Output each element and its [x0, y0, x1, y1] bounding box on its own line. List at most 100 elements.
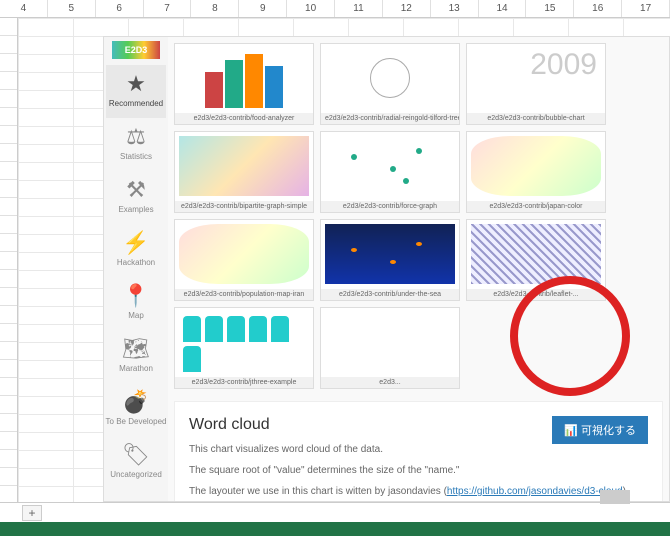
- thumbnail-caption: e2d3/e2d3-contrib/population-map-iran: [175, 289, 313, 300]
- row-header[interactable]: [0, 468, 17, 486]
- chart-thumbnail[interactable]: e2d3/e2d3-contrib/under-the-sea: [320, 219, 460, 301]
- grid-area: E2D3 ★Recommended ⚖ Statistics ⚒ Examples ⚡ Ha…: [0, 18, 670, 502]
- chart-thumbnail[interactable]: e2d3...: [320, 307, 460, 389]
- sidebar-item-to-be-developed[interactable]: 💣To Be Developed: [106, 383, 167, 436]
- col-header[interactable]: 12: [383, 0, 431, 17]
- to-be-developed-icon: 💣: [106, 389, 167, 415]
- thumbnail-caption: e2d3/e2d3-contrib/jthree-example: [175, 377, 313, 388]
- row-header[interactable]: [0, 414, 17, 432]
- row-header[interactable]: [0, 342, 17, 360]
- row-header[interactable]: [0, 108, 17, 126]
- sidebar-item-label: Recommended: [106, 99, 167, 108]
- col-header[interactable]: 9: [239, 0, 287, 17]
- sidebar-item-hackathon[interactable]: ⚡ Hackathon: [106, 224, 167, 277]
- row-header[interactable]: [0, 396, 17, 414]
- thumbnail-caption: e2d3/e2d3-contrib/under-the-sea: [321, 289, 459, 300]
- chart-thumbnail[interactable]: e2d3/e2d3-contrib/food-analyzer: [174, 43, 314, 125]
- col-header[interactable]: 14: [479, 0, 527, 17]
- row-header[interactable]: [0, 144, 17, 162]
- sidebar-item-label: Hackathon: [106, 258, 167, 267]
- sheet-tabs: +: [0, 502, 670, 522]
- row-header[interactable]: [0, 72, 17, 90]
- thumb-grid: e2d3/e2d3-contrib/food-analyzer e2d3/e2d3…: [168, 37, 669, 395]
- sidebar-item-statistics[interactable]: ⚖ Statistics: [106, 118, 167, 171]
- sidebar-item-examples[interactable]: ⚒ Examples: [106, 171, 167, 224]
- row-header[interactable]: [0, 450, 17, 468]
- detail-panel: 📊 可視化する Word cloud This chart visualizes…: [174, 401, 663, 501]
- marathon-icon: 🗺: [106, 336, 167, 362]
- sidebar-item-label: Statistics: [106, 152, 167, 161]
- col-header[interactable]: 15: [526, 0, 574, 17]
- content: e2d3/e2d3-contrib/food-analyzer e2d3/e2d3…: [168, 37, 669, 501]
- thumbnail-caption: e2d3/e2d3-contrib/leaflet-...: [467, 289, 605, 300]
- row-header[interactable]: [0, 36, 17, 54]
- sidebar-item-map[interactable]: 📍 Map: [106, 277, 167, 330]
- row-header[interactable]: [0, 306, 17, 324]
- sidebar-item-recommended[interactable]: ★Recommended: [106, 65, 167, 118]
- col-header[interactable]: 8: [191, 0, 239, 17]
- thumbnail-caption: e2d3/e2d3-contrib/japan-color: [467, 201, 605, 212]
- col-header[interactable]: 5: [48, 0, 96, 17]
- chart-thumbnail[interactable]: e2d3/e2d3-contrib/leaflet-...: [466, 219, 606, 301]
- visualize-button[interactable]: 📊 可視化する: [552, 416, 648, 444]
- row-header[interactable]: [0, 180, 17, 198]
- thumbnail-caption: e2d3/e2d3-contrib/bipartite-graph-simple: [175, 201, 313, 212]
- chart-thumbnail[interactable]: e2d3/e2d3-contrib/force-graph: [320, 131, 460, 213]
- col-header[interactable]: 10: [287, 0, 335, 17]
- chart-thumbnail[interactable]: e2d3/e2d3-contrib/japan-color: [466, 131, 606, 213]
- uncategorized-icon: 🏷: [106, 442, 167, 468]
- statistics-icon: ⚖: [106, 124, 167, 150]
- chart-thumbnail[interactable]: e2d3/e2d3-contrib/bipartite-graph-simple: [174, 131, 314, 213]
- row-header[interactable]: [0, 234, 17, 252]
- row-header[interactable]: [0, 90, 17, 108]
- thumbnail-caption: e2d3...: [321, 377, 459, 388]
- thumbnail-caption: e2d3/e2d3-contrib/radial-reingold-tilfor…: [321, 113, 459, 124]
- hackathon-icon: ⚡: [106, 230, 167, 256]
- col-header[interactable]: 16: [574, 0, 622, 17]
- chart-thumbnail[interactable]: e2d3/e2d3-contrib/jthree-example: [174, 307, 314, 389]
- col-header[interactable]: 11: [335, 0, 383, 17]
- map-icon: 📍: [106, 283, 167, 309]
- row-header[interactable]: [0, 378, 17, 396]
- sidebar-item-label: Examples: [106, 205, 167, 214]
- add-sheet-button[interactable]: +: [22, 505, 42, 521]
- thumbnail-caption: e2d3/e2d3-contrib/force-graph: [321, 201, 459, 212]
- row-header[interactable]: [0, 432, 17, 450]
- col-header[interactable]: 6: [96, 0, 144, 17]
- row-header[interactable]: [0, 270, 17, 288]
- logo: E2D3: [112, 41, 160, 59]
- col-header[interactable]: 13: [431, 0, 479, 17]
- col-header[interactable]: 4: [0, 0, 48, 17]
- row-header[interactable]: [0, 54, 17, 72]
- row-header[interactable]: [0, 360, 17, 378]
- row-header[interactable]: [0, 252, 17, 270]
- sidebar-item-label: Marathon: [106, 364, 167, 373]
- col-header[interactable]: 17: [622, 0, 670, 17]
- e2d3-panel: E2D3 ★Recommended ⚖ Statistics ⚒ Examples ⚡ Ha…: [103, 36, 670, 502]
- row-header[interactable]: [0, 288, 17, 306]
- chart-thumbnail[interactable]: e2d3/e2d3-contrib/radial-reingold-tilfor…: [320, 43, 460, 125]
- sidebar-item-label: Uncategorized: [106, 470, 167, 479]
- col-header[interactable]: 7: [144, 0, 192, 17]
- row-header[interactable]: [0, 18, 17, 36]
- column-headers: 4567891011121314151617: [0, 0, 670, 18]
- sidebar-item-label: Map: [106, 311, 167, 320]
- examples-icon: ⚒: [106, 177, 167, 203]
- row-header[interactable]: [0, 162, 17, 180]
- thumbnail-caption: e2d3/e2d3-contrib/food-analyzer: [175, 113, 313, 124]
- thumbnail-caption: e2d3/e2d3-contrib/bubble-chart: [467, 113, 605, 124]
- row-headers: [0, 18, 18, 502]
- cells[interactable]: E2D3 ★Recommended ⚖ Statistics ⚒ Examples ⚡ Ha…: [18, 18, 670, 502]
- row-header[interactable]: [0, 126, 17, 144]
- chart-thumbnail[interactable]: 2009e2d3/e2d3-contrib/bubble-chart: [466, 43, 606, 125]
- horizontal-scrollbar[interactable]: [470, 490, 630, 506]
- chart-thumbnail[interactable]: e2d3/e2d3-contrib/population-map-iran: [174, 219, 314, 301]
- sidebar-item-uncategorized[interactable]: 🏷 Uncategorized: [106, 436, 167, 489]
- sidebar-item-marathon[interactable]: 🗺 Marathon: [106, 330, 167, 383]
- detail-p1: This chart visualizes word cloud of the …: [189, 442, 648, 457]
- row-header[interactable]: [0, 324, 17, 342]
- row-header[interactable]: [0, 216, 17, 234]
- status-bar: [0, 522, 670, 536]
- row-header[interactable]: [0, 198, 17, 216]
- detail-p2: The square root of "value" determines th…: [189, 463, 648, 478]
